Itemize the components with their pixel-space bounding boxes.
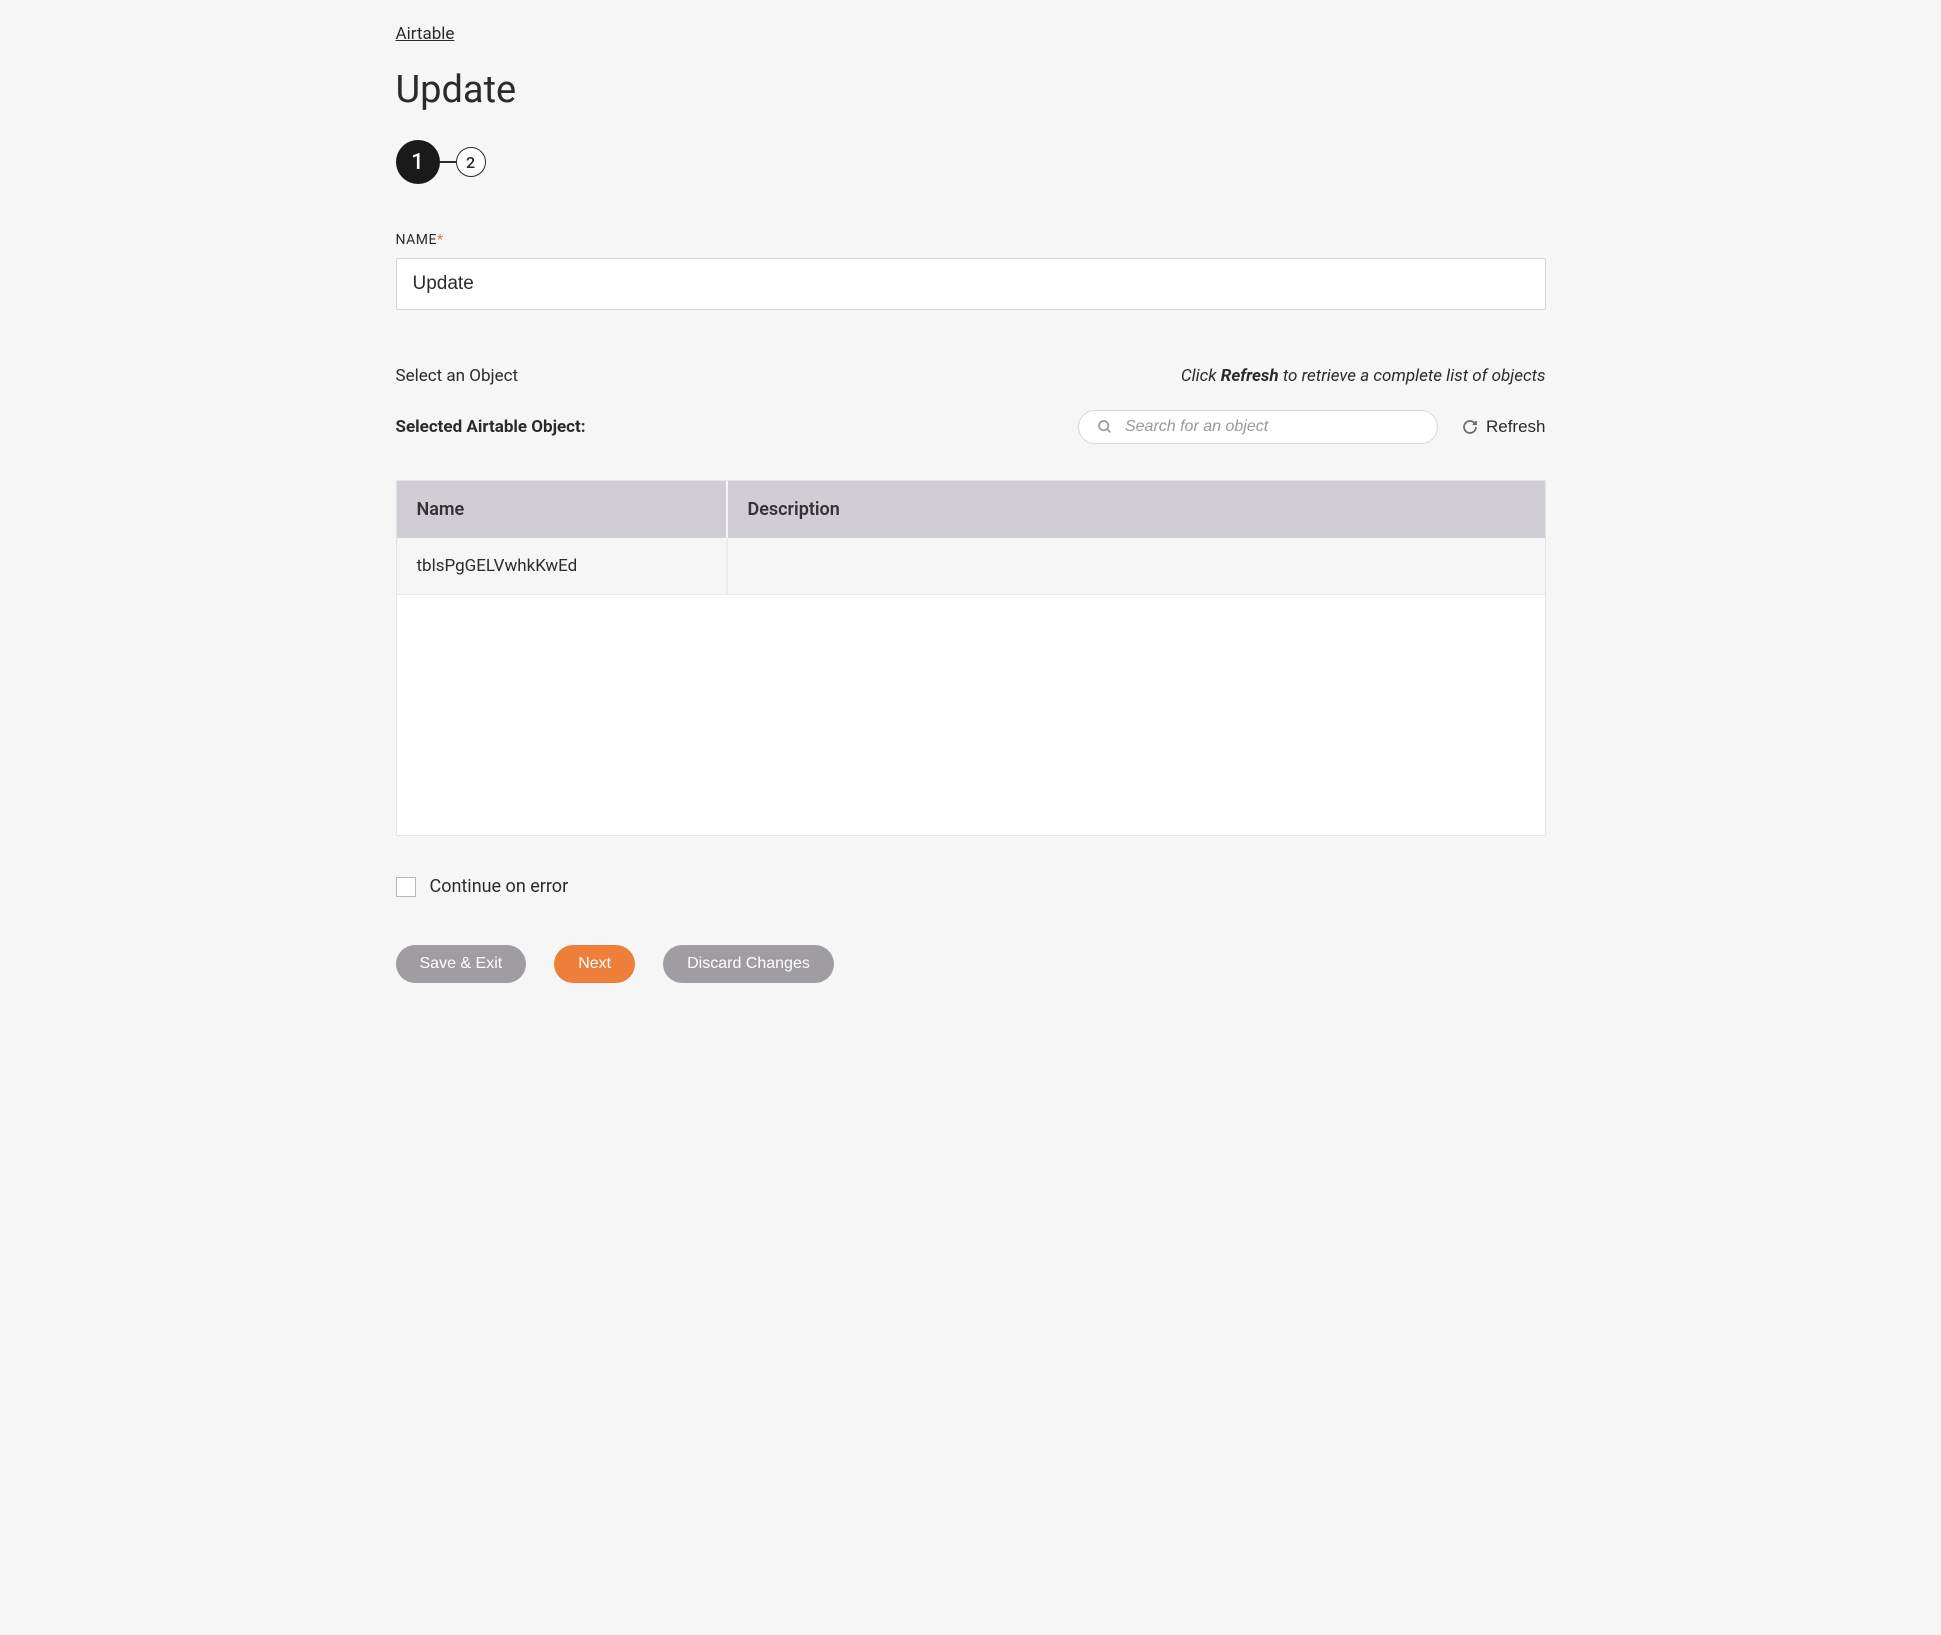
search-box[interactable] bbox=[1078, 410, 1438, 444]
next-button[interactable]: Next bbox=[554, 945, 635, 983]
table-cell-description bbox=[727, 538, 1545, 595]
table-header-description[interactable]: Description bbox=[727, 481, 1545, 538]
search-input[interactable] bbox=[1125, 418, 1419, 436]
select-object-hint: Click Refresh to retrieve a complete lis… bbox=[1181, 366, 1546, 386]
search-icon bbox=[1097, 419, 1113, 435]
refresh-button[interactable]: Refresh bbox=[1462, 417, 1546, 437]
page-title: Update bbox=[396, 68, 1546, 112]
hint-bold: Refresh bbox=[1221, 366, 1279, 386]
required-indicator: * bbox=[437, 232, 444, 248]
name-field-label: NAME* bbox=[396, 232, 1546, 248]
name-label-text: NAME bbox=[396, 232, 437, 248]
breadcrumb-link[interactable]: Airtable bbox=[396, 24, 455, 44]
refresh-label: Refresh bbox=[1486, 417, 1546, 437]
continue-on-error-label: Continue on error bbox=[430, 876, 569, 897]
hint-prefix: Click bbox=[1181, 366, 1221, 386]
refresh-icon bbox=[1462, 419, 1478, 435]
table-header-name[interactable]: Name bbox=[397, 481, 727, 538]
select-object-label: Select an Object bbox=[396, 366, 519, 386]
table-cell-name: tblsPgGELVwhkKwEd bbox=[397, 538, 727, 595]
object-table-container: Name Description tblsPgGELVwhkKwEd bbox=[396, 480, 1546, 836]
save-exit-button[interactable]: Save & Exit bbox=[396, 945, 527, 983]
table-empty-area bbox=[397, 595, 1545, 835]
selected-object-label: Selected Airtable Object: bbox=[396, 417, 586, 437]
continue-on-error-checkbox[interactable] bbox=[396, 877, 416, 897]
step-2[interactable]: 2 bbox=[456, 147, 486, 177]
hint-suffix: to retrieve a complete list of objects bbox=[1279, 366, 1546, 386]
table-row[interactable]: tblsPgGELVwhkKwEd bbox=[397, 538, 1545, 595]
step-connector bbox=[440, 161, 456, 163]
discard-changes-button[interactable]: Discard Changes bbox=[663, 945, 834, 983]
stepper: 1 2 bbox=[396, 140, 1546, 184]
step-1[interactable]: 1 bbox=[396, 140, 440, 184]
name-input[interactable] bbox=[396, 258, 1546, 310]
object-table: Name Description tblsPgGELVwhkKwEd bbox=[397, 481, 1545, 595]
